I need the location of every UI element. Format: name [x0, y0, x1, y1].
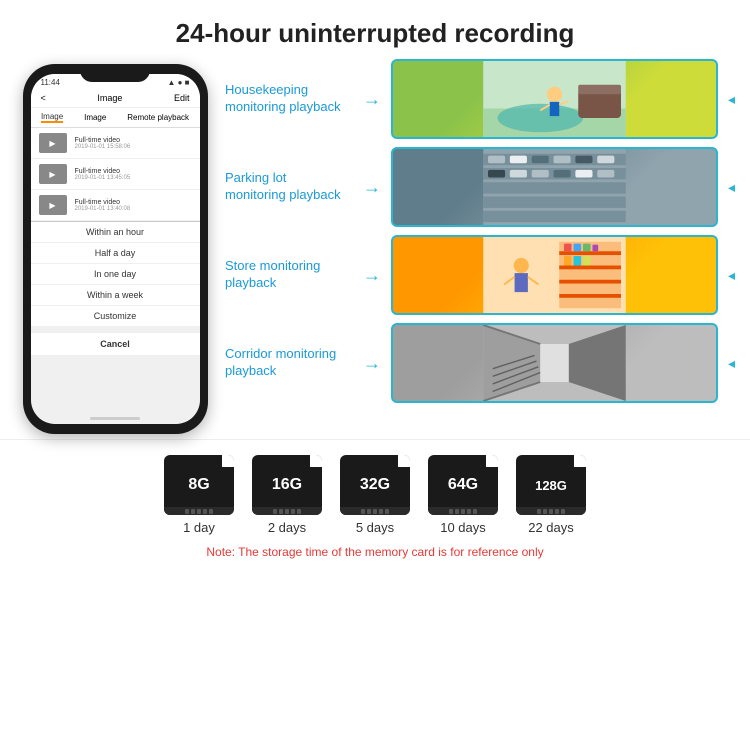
sdcard-8g: 8G	[164, 455, 234, 515]
monitoring-item-3: Store monitoringplayback →	[225, 235, 735, 315]
sdcard-item-2: 16G 2 days	[252, 455, 322, 535]
sdcard-128g-label: 128G	[535, 478, 567, 493]
sdcard-64g-label: 64G	[448, 476, 478, 494]
phone-cancel-button[interactable]: Cancel	[31, 327, 200, 355]
sdcard-item-4: 64G 10 days	[428, 455, 498, 535]
corner-arrow-3: ◂	[728, 267, 735, 284]
phone-video-info-2: Full-time video 2019-01-01 13:45:05	[75, 168, 131, 181]
sdcard-32g-label: 32G	[360, 476, 390, 494]
phone-dropdown-item-3[interactable]: In one day	[31, 264, 200, 285]
phone-icons: ▲ ● ■	[167, 78, 189, 87]
arrow-icon-3: →	[363, 265, 381, 286]
phone-video-item-2: ▶ Full-time video 2019-01-01 13:45:05	[31, 159, 200, 190]
img-store-placeholder	[393, 237, 716, 313]
phone-back-btn[interactable]: <	[41, 93, 46, 103]
sdcard-32g-notch	[340, 507, 410, 515]
sdcard-8g-label: 8G	[188, 476, 209, 494]
sdcard-16g-notch	[252, 507, 322, 515]
phone-dropdown: Within an hour Half a day In one day Wit…	[31, 221, 200, 355]
phone-tabs: Image Image Remote playback	[31, 108, 200, 128]
sdcard-item-5: 128G 22 days	[516, 455, 586, 535]
corner-arrow-2: ◂	[728, 179, 735, 196]
sdcard-128g: 128G	[516, 455, 586, 515]
sdcard-64g-notch	[428, 507, 498, 515]
monitoring-label-1: Housekeepingmonitoring playback	[225, 82, 355, 116]
phone-video-thumb-1: ▶	[39, 133, 67, 153]
phone-video-item-1: ▶ Full-time video 2019-01-01 15:58:06	[31, 128, 200, 159]
phone-nav-title: Image	[97, 93, 122, 103]
sdcard-item-3: 32G 5 days	[340, 455, 410, 535]
monitoring-image-4	[391, 323, 718, 403]
phone-dropdown-item-4[interactable]: Within a week	[31, 285, 200, 306]
main-content: 11:44 ▲ ● ■ < Image Edit Image Image Rem…	[0, 59, 750, 434]
phone-video-info-1: Full-time video 2019-01-01 15:58:06	[75, 137, 131, 150]
sdcard-8g-notch	[164, 507, 234, 515]
monitoring-label-2: Parking lotmonitoring playback	[225, 170, 355, 204]
phone-screen: 11:44 ▲ ● ■ < Image Edit Image Image Rem…	[31, 74, 200, 424]
monitoring-image-3	[391, 235, 718, 315]
monitoring-label-3: Store monitoringplayback	[225, 258, 355, 292]
sdcard-item-1: 8G 1 day	[164, 455, 234, 535]
phone-dropdown-item-2[interactable]: Half a day	[31, 243, 200, 264]
phone-container: 11:44 ▲ ● ■ < Image Edit Image Image Rem…	[10, 59, 220, 434]
arrow-icon-4: →	[363, 353, 381, 374]
phone-dropdown-item-1[interactable]: Within an hour	[31, 222, 200, 243]
sdcard-32g-days: 5 days	[356, 520, 394, 535]
monitoring-item-2: Parking lotmonitoring playback →	[225, 147, 735, 227]
phone-tab-image2[interactable]: Image	[84, 113, 106, 122]
arrow-icon-2: →	[363, 177, 381, 198]
phone-home-indicator	[90, 417, 140, 420]
phone-notch	[80, 64, 150, 82]
page-header: 24-hour uninterrupted recording	[0, 0, 750, 59]
phone-video-thumb-3: ▶	[39, 195, 67, 215]
monitoring-section: Housekeepingmonitoring playback →	[220, 59, 740, 434]
sdcard-section: 8G 1 day 16G 2 days 32G	[0, 439, 750, 567]
corner-arrow-4: ◂	[728, 355, 735, 372]
page-title: 24-hour uninterrupted recording	[20, 18, 730, 49]
monitoring-label-4: Corridor monitoringplayback	[225, 346, 355, 380]
sdcard-128g-days: 22 days	[528, 520, 574, 535]
sdcard-row: 8G 1 day 16G 2 days 32G	[164, 455, 586, 535]
phone-video-thumb-2: ▶	[39, 164, 67, 184]
monitoring-image-1	[391, 59, 718, 139]
phone-video-list: ▶ Full-time video 2019-01-01 15:58:06 ▶ …	[31, 128, 200, 221]
monitoring-item-4: Corridor monitoringplayback →	[225, 323, 735, 403]
monitoring-image-2	[391, 147, 718, 227]
sdcard-8g-days: 1 day	[183, 520, 215, 535]
sdcard-64g-days: 10 days	[440, 520, 486, 535]
phone-video-info-3: Full-time video 2019-01-01 13:40:08	[75, 199, 131, 212]
sdcard-32g: 32G	[340, 455, 410, 515]
phone-edit-btn[interactable]: Edit	[174, 93, 190, 103]
phone-mockup: 11:44 ▲ ● ■ < Image Edit Image Image Rem…	[23, 64, 208, 434]
arrow-icon-1: →	[363, 89, 381, 110]
img-housekeeping-placeholder	[393, 61, 716, 137]
sdcard-16g-days: 2 days	[268, 520, 306, 535]
sdcard-128g-notch	[516, 507, 586, 515]
sdcard-16g-label: 16G	[272, 476, 302, 494]
img-parking-placeholder	[393, 149, 716, 225]
phone-time: 11:44	[41, 78, 60, 87]
sdcard-64g: 64G	[428, 455, 498, 515]
phone-nav-bar: < Image Edit	[31, 89, 200, 108]
img-corridor-placeholder	[393, 325, 716, 401]
phone-tab-image[interactable]: Image	[41, 112, 63, 123]
sdcard-16g: 16G	[252, 455, 322, 515]
phone-dropdown-item-5[interactable]: Customize	[31, 306, 200, 327]
phone-video-item-3: ▶ Full-time video 2019-01-01 13:40:08	[31, 190, 200, 221]
corner-arrow-1: ◂	[728, 91, 735, 108]
phone-tab-remote[interactable]: Remote playback	[127, 113, 189, 122]
monitoring-item-1: Housekeepingmonitoring playback →	[225, 59, 735, 139]
storage-note: Note: The storage time of the memory car…	[206, 545, 543, 559]
